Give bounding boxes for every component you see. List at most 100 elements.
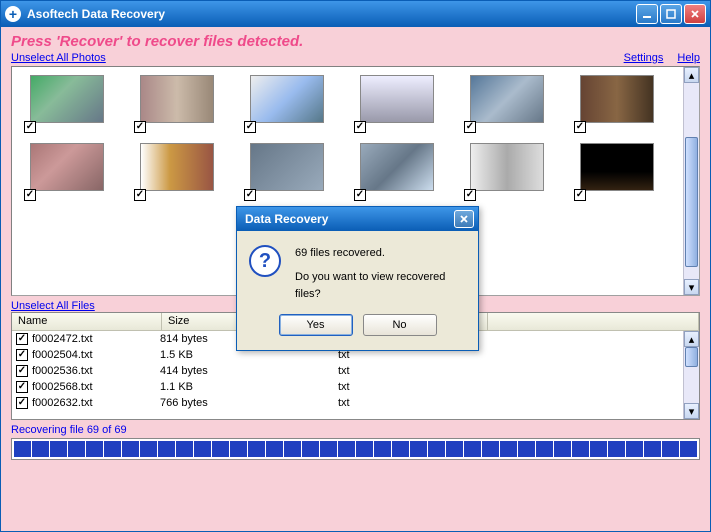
instruction-text: Press 'Recover' to recover files detecte… <box>11 33 700 50</box>
file-scrollbar[interactable]: ▴ ▾ <box>683 331 699 419</box>
photo-item[interactable] <box>244 75 324 123</box>
photo-item[interactable] <box>244 143 324 191</box>
photo-checkbox[interactable] <box>574 189 586 201</box>
progress-segment <box>266 441 283 457</box>
progress-segment <box>68 441 85 457</box>
unselect-all-files-link[interactable]: Unselect All Files <box>11 300 95 312</box>
photo-checkbox[interactable] <box>134 189 146 201</box>
progress-segment <box>140 441 157 457</box>
photo-checkbox[interactable] <box>24 121 36 133</box>
photo-item[interactable] <box>464 143 544 191</box>
settings-link[interactable]: Settings <box>624 52 664 64</box>
progress-segment <box>356 441 373 457</box>
photo-checkbox[interactable] <box>354 121 366 133</box>
progress-segment <box>662 441 679 457</box>
dialog-text: 69 files recovered. Do you want to view … <box>295 245 466 304</box>
photo-thumbnail <box>580 143 654 191</box>
progress-segment <box>176 441 193 457</box>
progress-segment <box>626 441 643 457</box>
progress-segment <box>86 441 103 457</box>
photo-scrollbar[interactable]: ▴ ▾ <box>683 67 699 295</box>
photo-item[interactable] <box>354 143 434 191</box>
progress-segment <box>302 441 319 457</box>
photo-checkbox[interactable] <box>134 121 146 133</box>
progress-segment <box>104 441 121 457</box>
scroll-thumb[interactable] <box>685 347 698 367</box>
photo-thumbnail <box>140 143 214 191</box>
no-button[interactable]: No <box>363 314 437 336</box>
progress-segment <box>32 441 49 457</box>
scroll-down-icon[interactable]: ▾ <box>684 403 699 419</box>
dialog-close-button[interactable] <box>454 210 474 228</box>
app-window: Asoftech Data Recovery Press 'Recover' t… <box>0 0 711 532</box>
maximize-button[interactable] <box>660 4 682 24</box>
photo-checkbox[interactable] <box>244 189 256 201</box>
progress-segment <box>536 441 553 457</box>
progress-segment <box>284 441 301 457</box>
photo-item[interactable] <box>24 143 104 191</box>
top-link-row: Unselect All Photos Settings Help <box>11 52 700 64</box>
file-checkbox[interactable] <box>16 333 28 345</box>
window-buttons <box>636 4 706 24</box>
scroll-thumb[interactable] <box>685 137 698 267</box>
photo-checkbox[interactable] <box>24 189 36 201</box>
table-row[interactable]: f0002632.txt766 bytestxt <box>12 395 699 411</box>
progress-segment <box>338 441 355 457</box>
file-ext: txt <box>338 397 486 409</box>
file-checkbox[interactable] <box>16 397 28 409</box>
photo-thumbnail <box>30 143 104 191</box>
dialog-message-2: Do you want to view recovered files? <box>295 269 466 304</box>
dialog-title: Data Recovery <box>241 212 454 226</box>
close-button[interactable] <box>684 4 706 24</box>
file-checkbox[interactable] <box>16 381 28 393</box>
file-checkbox[interactable] <box>16 349 28 361</box>
photo-grid <box>24 75 695 191</box>
file-checkbox[interactable] <box>16 365 28 377</box>
photo-thumbnail <box>30 75 104 123</box>
progress-segment <box>680 441 697 457</box>
titlebar[interactable]: Asoftech Data Recovery <box>1 1 710 27</box>
help-link[interactable]: Help <box>677 52 700 64</box>
dialog-buttons: Yes No <box>237 314 478 350</box>
unselect-all-photos-link[interactable]: Unselect All Photos <box>11 52 106 64</box>
progress-segment <box>482 441 499 457</box>
scroll-down-icon[interactable]: ▾ <box>684 279 699 295</box>
file-name: f0002504.txt <box>32 349 93 361</box>
photo-thumbnail <box>140 75 214 123</box>
file-ext: txt <box>338 381 486 393</box>
dialog-titlebar[interactable]: Data Recovery <box>237 207 478 231</box>
photo-checkbox[interactable] <box>574 121 586 133</box>
photo-checkbox[interactable] <box>464 121 476 133</box>
photo-item[interactable] <box>134 143 214 191</box>
progress-segment <box>14 441 31 457</box>
progress-segment <box>554 441 571 457</box>
photo-checkbox[interactable] <box>464 189 476 201</box>
progress-segment <box>212 441 229 457</box>
photo-item[interactable] <box>134 75 214 123</box>
photo-item[interactable] <box>574 143 654 191</box>
app-icon <box>5 6 21 22</box>
progress-segment <box>50 441 67 457</box>
photo-checkbox[interactable] <box>244 121 256 133</box>
scroll-up-icon[interactable]: ▴ <box>684 67 699 83</box>
col-name-header[interactable]: Name <box>12 313 162 330</box>
scroll-up-icon[interactable]: ▴ <box>684 331 699 347</box>
progress-segment <box>392 441 409 457</box>
col-empty-header <box>488 313 699 330</box>
photo-item[interactable] <box>464 75 544 123</box>
window-title: Asoftech Data Recovery <box>27 7 636 21</box>
table-row[interactable]: f0002568.txt1.1 KBtxt <box>12 379 699 395</box>
progress-segment <box>320 441 337 457</box>
table-row[interactable]: f0002536.txt414 bytestxt <box>12 363 699 379</box>
file-name: f0002472.txt <box>32 333 93 345</box>
minimize-button[interactable] <box>636 4 658 24</box>
file-name: f0002632.txt <box>32 397 93 409</box>
progress-segment <box>428 441 445 457</box>
photo-item[interactable] <box>354 75 434 123</box>
yes-button[interactable]: Yes <box>279 314 353 336</box>
photo-checkbox[interactable] <box>354 189 366 201</box>
progress-segment <box>518 441 535 457</box>
photo-item[interactable] <box>24 75 104 123</box>
file-size: 414 bytes <box>160 365 338 377</box>
photo-item[interactable] <box>574 75 654 123</box>
